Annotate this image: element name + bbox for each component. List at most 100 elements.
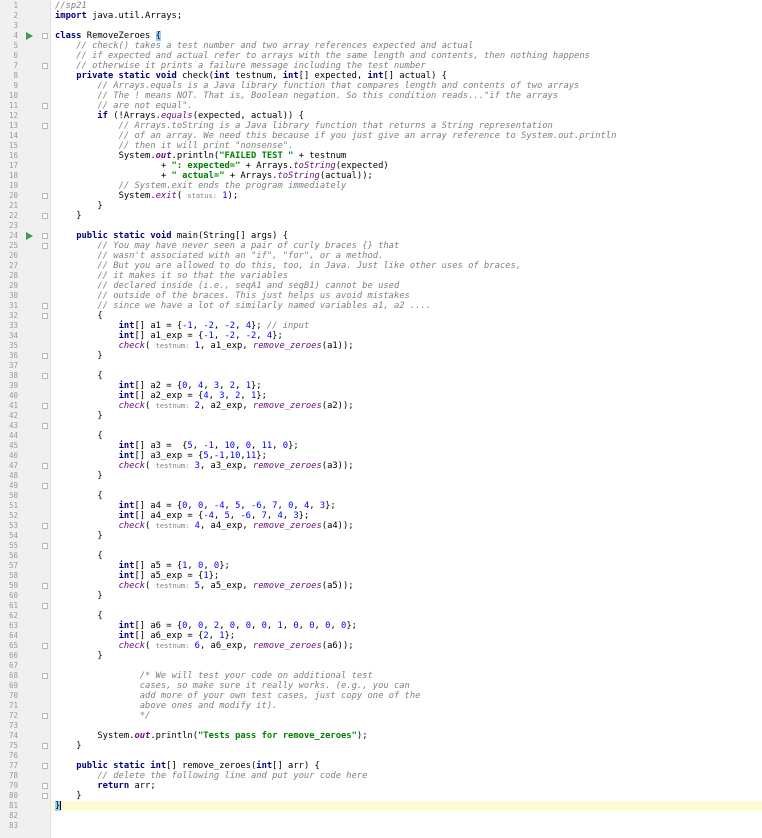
code-line[interactable]: add more of your own test cases, just co… xyxy=(55,691,421,701)
fold-icon[interactable] xyxy=(42,603,48,609)
line-number-gutter[interactable]: 1 2 3 4 5 6 7 8 9 10 11 12 13 14 15 16 17 18 19 20 21 22 23 24 2… xyxy=(0,0,51,838)
code-line[interactable]: } xyxy=(55,741,81,751)
code-line[interactable]: } xyxy=(55,471,102,481)
code-line[interactable]: // Arrays.toString is a Java library fun… xyxy=(55,121,553,131)
code-line[interactable]: above ones and modify it). xyxy=(55,701,278,711)
code-line[interactable]: // of an array. We need this because if … xyxy=(55,131,617,141)
code-line[interactable]: // wasn't associated with an "if", "for"… xyxy=(55,251,383,261)
code-line[interactable]: // outside of the braces. This just help… xyxy=(55,291,409,301)
code-line[interactable]: //sp21 xyxy=(55,1,87,11)
fold-icon[interactable] xyxy=(42,233,48,239)
code-line[interactable]: public static void main(String[] args) { xyxy=(55,231,288,241)
code-line[interactable]: int[] a1 = {-1, -2, -2, 4}; // input xyxy=(55,321,310,331)
code-line[interactable]: } xyxy=(55,211,81,221)
code-line[interactable]: // check() takes a test number and two a… xyxy=(55,41,473,51)
code-line[interactable]: check( testnum: 5, a5_exp, remove_zeroes… xyxy=(55,581,354,591)
code-line[interactable]: } xyxy=(55,201,102,211)
code-line[interactable]: int[] a4 = {0, 0, -4, 5, -6, 7, 0, 4, 3}… xyxy=(55,501,336,511)
code-line[interactable]: } xyxy=(55,791,81,801)
code-line[interactable]: check( testnum: 4, a4_exp, remove_zeroes… xyxy=(55,521,354,531)
fold-icon[interactable] xyxy=(42,193,48,199)
code-line[interactable]: int[] a2 = {0, 4, 3, 2, 1}; xyxy=(55,381,262,391)
fold-icon[interactable] xyxy=(42,123,48,129)
code-line[interactable]: return arr; xyxy=(55,781,155,791)
fold-icon[interactable] xyxy=(42,213,48,219)
fold-icon[interactable] xyxy=(42,243,48,249)
run-icon[interactable] xyxy=(26,232,33,240)
code-line[interactable]: // Arrays.equals is a Java library funct… xyxy=(55,81,579,91)
fold-icon[interactable] xyxy=(42,643,48,649)
code-line[interactable]: cases, so make sure it really works. (e.… xyxy=(55,681,410,691)
fold-icon[interactable] xyxy=(42,33,48,39)
code-line[interactable]: // if expected and actual refer to array… xyxy=(55,51,590,61)
code-line[interactable]: int[] a3_exp = {5,-1,10,11}; xyxy=(55,451,267,461)
fold-icon[interactable] xyxy=(42,463,48,469)
code-line[interactable]: check( testnum: 1, a1_exp, remove_zeroes… xyxy=(55,341,354,351)
fold-icon[interactable] xyxy=(42,783,48,789)
code-line[interactable]: // since we have a lot of similarly name… xyxy=(55,301,431,311)
fold-icon[interactable] xyxy=(42,483,48,489)
code-line[interactable]: import java.util.Arrays; xyxy=(55,11,182,21)
fold-icon[interactable] xyxy=(42,63,48,69)
fold-icon[interactable] xyxy=(42,743,48,749)
code-line[interactable]: check( testnum: 2, a2_exp, remove_zeroes… xyxy=(55,401,354,411)
code-line[interactable]: System.exit( status: 1); xyxy=(55,191,239,201)
code-editor[interactable]: 1 2 3 4 5 6 7 8 9 10 11 12 13 14 15 16 17 18 19 20 21 22 23 24 2… xyxy=(0,0,762,838)
fold-icon[interactable] xyxy=(42,423,48,429)
code-line[interactable]: // declared inside (i.e., seqA1 and seqB… xyxy=(55,281,399,291)
code-line[interactable]: } xyxy=(55,351,102,361)
code-line[interactable]: } xyxy=(55,651,102,661)
code-line[interactable]: // delete the following line and put you… xyxy=(55,771,367,781)
code-line[interactable]: // The ! means NOT. That is, Boolean neg… xyxy=(55,91,558,101)
code-line[interactable]: // But you are allowed to do this, too, … xyxy=(55,261,521,271)
code-line[interactable]: } xyxy=(55,411,102,421)
fold-icon[interactable] xyxy=(42,353,48,359)
code-line[interactable]: int[] a4_exp = {-4, 5, -6, 7, 4, 3}; xyxy=(55,511,310,521)
code-line[interactable]: // it makes it so that the variables xyxy=(55,271,288,281)
code-line[interactable]: */ xyxy=(55,711,151,721)
code-line[interactable]: // You may have never seen a pair of cur… xyxy=(55,241,399,251)
code-line[interactable]: int[] a6_exp = {2, 1}; xyxy=(55,631,236,641)
code-line[interactable]: { xyxy=(55,311,102,321)
run-icon[interactable] xyxy=(26,32,33,40)
code-line[interactable]: { xyxy=(55,551,102,561)
code-line[interactable]: { xyxy=(55,491,102,501)
code-line[interactable]: + " actual=" + Arrays.toString(actual)); xyxy=(55,171,373,181)
code-line[interactable]: + ": expected=" + Arrays.toString(expect… xyxy=(55,161,389,171)
code-line[interactable]: class RemoveZeroes { xyxy=(55,31,161,41)
code-line[interactable]: int[] a2_exp = {4, 3, 2, 1}; xyxy=(55,391,267,401)
code-line[interactable]: } xyxy=(55,591,102,601)
code-line[interactable]: { xyxy=(55,611,102,621)
fold-icon[interactable] xyxy=(42,313,48,319)
code-line[interactable]: { xyxy=(55,371,102,381)
code-line[interactable]: int[] a3 = {5, -1, 10, 0, 11, 0}; xyxy=(55,441,299,451)
code-line[interactable]: check( testnum: 6, a6_exp, remove_zeroes… xyxy=(55,641,354,651)
code-line[interactable]: int[] a5 = {1, 0, 0}; xyxy=(55,561,230,571)
code-line[interactable]: // then it will print "nonsense". xyxy=(55,141,294,151)
code-line[interactable]: { xyxy=(55,431,102,441)
fold-icon[interactable] xyxy=(42,763,48,769)
code-line[interactable]: int[] a6 = {0, 0, 2, 0, 0, 0, 1, 0, 0, 0… xyxy=(55,621,357,631)
fold-icon[interactable] xyxy=(42,403,48,409)
fold-icon[interactable] xyxy=(42,673,48,679)
code-line[interactable]: // are not equal". xyxy=(55,101,192,111)
code-line[interactable]: // otherwise it prints a failure message… xyxy=(55,61,426,71)
code-line[interactable]: } xyxy=(55,531,102,541)
fold-icon[interactable] xyxy=(42,793,48,799)
code-line[interactable]: private static void check(int testnum, i… xyxy=(55,71,447,81)
fold-icon[interactable] xyxy=(42,303,48,309)
code-line[interactable]: System.out.println("FAILED TEST " + test… xyxy=(55,151,347,161)
fold-icon[interactable] xyxy=(42,543,48,549)
code-line[interactable]: if (!Arrays.equals(expected, actual)) { xyxy=(55,111,304,121)
code-line[interactable]: /* We will test your code on additional … xyxy=(55,671,373,681)
fold-icon[interactable] xyxy=(42,583,48,589)
fold-icon[interactable] xyxy=(42,103,48,109)
code-line[interactable]: public static int[] remove_zeroes(int[] … xyxy=(55,761,320,771)
code-line[interactable]: int[] a5_exp = {1}; xyxy=(55,571,220,581)
fold-icon[interactable] xyxy=(42,713,48,719)
fold-icon[interactable] xyxy=(42,373,48,379)
code-line[interactable]: // System.exit ends the program immediat… xyxy=(55,181,347,191)
code-line[interactable]: check( testnum: 3, a3_exp, remove_zeroes… xyxy=(55,461,354,471)
code-line[interactable]: System.out.println("Tests pass for remov… xyxy=(55,731,367,741)
code-line[interactable]: int[] a1_exp = {-1, -2, -2, 4}; xyxy=(55,331,283,341)
